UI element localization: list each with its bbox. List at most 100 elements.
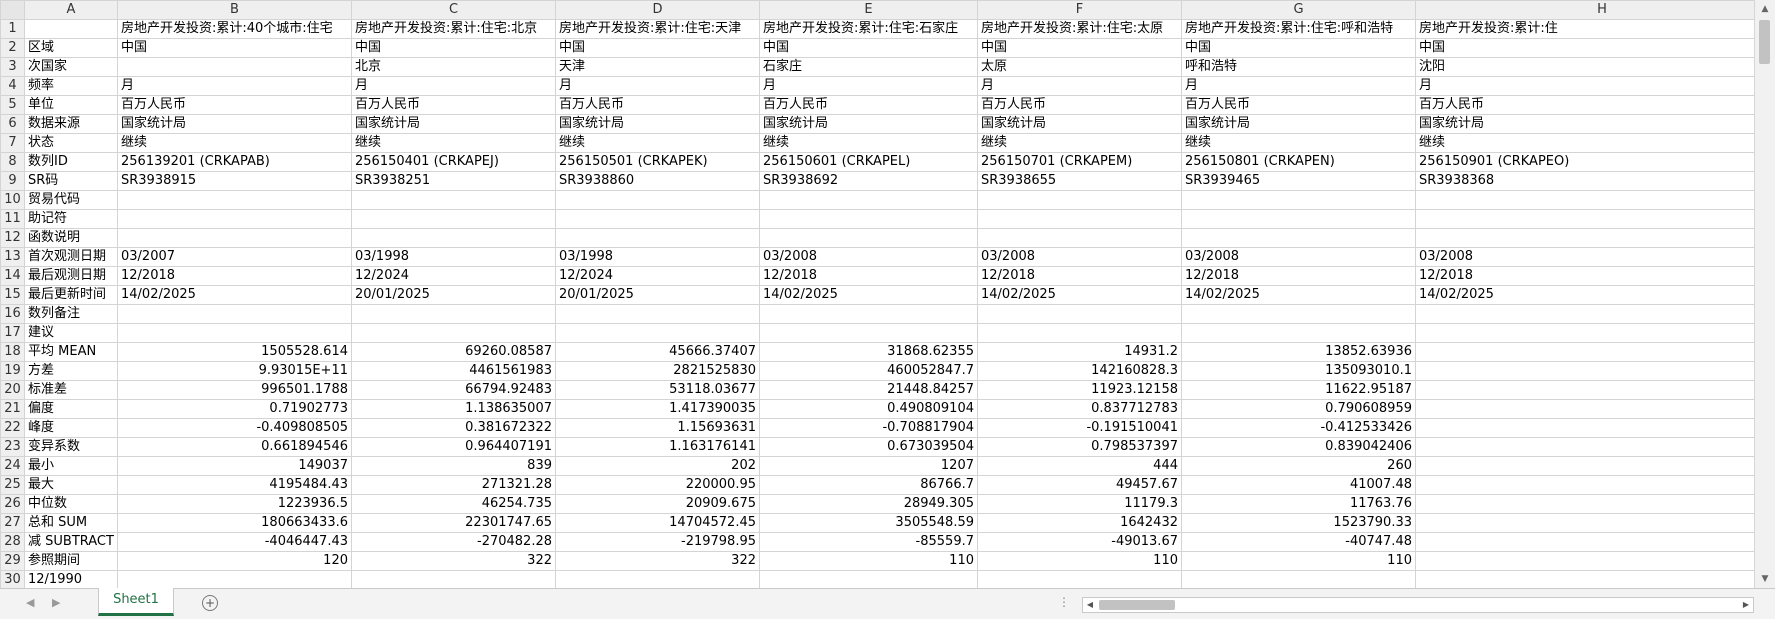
cell-a5[interactable]: 单位 [24,95,118,115]
row-header[interactable]: 24 [0,456,25,476]
cell-g30[interactable] [1181,570,1416,588]
cell-c12[interactable] [351,228,556,248]
cell-e8[interactable]: 256150601 (CRKAPEL) [759,152,978,172]
cell-b5[interactable]: 百万人民币 [117,95,352,115]
cell-g12[interactable] [1181,228,1416,248]
cell-a4[interactable]: 频率 [24,76,118,96]
cell-f2[interactable]: 中国 [977,38,1182,58]
cell-a2[interactable]: 区域 [24,38,118,58]
cell-h29[interactable] [1415,551,1755,571]
cell-b10[interactable] [117,190,352,210]
cell-a26[interactable]: 中位数 [24,494,118,514]
row-header[interactable]: 14 [0,266,25,286]
cell-e11[interactable] [759,209,978,229]
next-sheet-icon[interactable]: ▶ [52,596,60,609]
cell-d24[interactable]: 202 [555,456,760,476]
vertical-scroll-thumb[interactable] [1759,20,1770,64]
scroll-split-handle-icon[interactable]: ⋮ [1058,595,1071,609]
cell-e17[interactable] [759,323,978,343]
cell-d21[interactable]: 1.417390035 [555,399,760,419]
cell-g19[interactable]: 135093010.1 [1181,361,1416,381]
cell-f20[interactable]: 11923.12158 [977,380,1182,400]
cell-e3[interactable]: 石家庄 [759,57,978,77]
cell-d14[interactable]: 12/2024 [555,266,760,286]
cell-e10[interactable] [759,190,978,210]
cell-a24[interactable]: 最小 [24,456,118,476]
cell-e5[interactable]: 百万人民币 [759,95,978,115]
row-header[interactable]: 26 [0,494,25,514]
row-header[interactable]: 25 [0,475,25,495]
cell-c7[interactable]: 继续 [351,133,556,153]
cell-d6[interactable]: 国家统计局 [555,114,760,134]
row-header[interactable]: 2 [0,38,25,58]
cell-g8[interactable]: 256150801 (CRKAPEN) [1181,152,1416,172]
cell-e4[interactable]: 月 [759,76,978,96]
cell-h30[interactable] [1415,570,1755,588]
column-header-g[interactable]: G [1181,0,1416,20]
cell-a29[interactable]: 参照期间 [24,551,118,571]
cell-g13[interactable]: 03/2008 [1181,247,1416,267]
column-header-c[interactable]: C [351,0,556,20]
cell-f8[interactable]: 256150701 (CRKAPEM) [977,152,1182,172]
cell-g17[interactable] [1181,323,1416,343]
cell-a28[interactable]: 减 SUBTRACT [24,532,118,552]
cell-b7[interactable]: 继续 [117,133,352,153]
cell-c8[interactable]: 256150401 (CRKAPEJ) [351,152,556,172]
column-header-d[interactable]: D [555,0,760,20]
cell-h17[interactable] [1415,323,1755,343]
cell-h19[interactable]: 1 [1415,361,1755,381]
row-header[interactable]: 29 [0,551,25,571]
cell-f26[interactable]: 11179.3 [977,494,1182,514]
row-header[interactable]: 16 [0,304,25,324]
cell-g22[interactable]: -0.412533426 [1181,418,1416,438]
row-header[interactable]: 27 [0,513,25,533]
cell-a16[interactable]: 数列备注 [24,304,118,324]
row-header[interactable]: 18 [0,342,25,362]
cell-c4[interactable]: 月 [351,76,556,96]
cell-c24[interactable]: 839 [351,456,556,476]
column-header-b[interactable]: B [117,0,352,20]
row-header[interactable]: 3 [0,57,25,77]
cell-f5[interactable]: 百万人民币 [977,95,1182,115]
cell-c6[interactable]: 国家统计局 [351,114,556,134]
cell-a12[interactable]: 函数说明 [24,228,118,248]
cell-a15[interactable]: 最后更新时间 [24,285,118,305]
cell-h9[interactable]: SR3938368 [1415,171,1755,191]
cell-b25[interactable]: 4195484.43 [117,475,352,495]
cell-f18[interactable]: 14931.2 [977,342,1182,362]
cell-e15[interactable]: 14/02/2025 [759,285,978,305]
cell-f19[interactable]: 142160828.3 [977,361,1182,381]
row-header[interactable]: 13 [0,247,25,267]
cell-g4[interactable]: 月 [1181,76,1416,96]
cell-e12[interactable] [759,228,978,248]
column-header-e[interactable]: E [759,0,978,20]
cell-e30[interactable] [759,570,978,588]
cell-b24[interactable]: 149037 [117,456,352,476]
row-header[interactable]: 4 [0,76,25,96]
cell-g20[interactable]: 11622.95187 [1181,380,1416,400]
cell-e13[interactable]: 03/2008 [759,247,978,267]
cell-g14[interactable]: 12/2018 [1181,266,1416,286]
cell-e16[interactable] [759,304,978,324]
cell-d27[interactable]: 14704572.45 [555,513,760,533]
cell-f21[interactable]: 0.837712783 [977,399,1182,419]
cell-g1[interactable]: 房地产开发投资:累计:住宅:呼和浩特 [1181,19,1416,39]
cell-c23[interactable]: 0.964407191 [351,437,556,457]
cell-c16[interactable] [351,304,556,324]
cell-a6[interactable]: 数据来源 [24,114,118,134]
cell-f6[interactable]: 国家统计局 [977,114,1182,134]
cell-d15[interactable]: 20/01/2025 [555,285,760,305]
cell-g25[interactable]: 41007.48 [1181,475,1416,495]
cell-d13[interactable]: 03/1998 [555,247,760,267]
cell-g11[interactable] [1181,209,1416,229]
column-header-a[interactable]: A [24,0,118,20]
row-header[interactable]: 10 [0,190,25,210]
cell-e22[interactable]: -0.708817904 [759,418,978,438]
cell-d2[interactable]: 中国 [555,38,760,58]
cell-c3[interactable]: 北京 [351,57,556,77]
cell-b29[interactable]: 120 [117,551,352,571]
cell-b14[interactable]: 12/2018 [117,266,352,286]
cell-f22[interactable]: -0.191510041 [977,418,1182,438]
cell-f27[interactable]: 1642432 [977,513,1182,533]
cell-b22[interactable]: -0.409808505 [117,418,352,438]
